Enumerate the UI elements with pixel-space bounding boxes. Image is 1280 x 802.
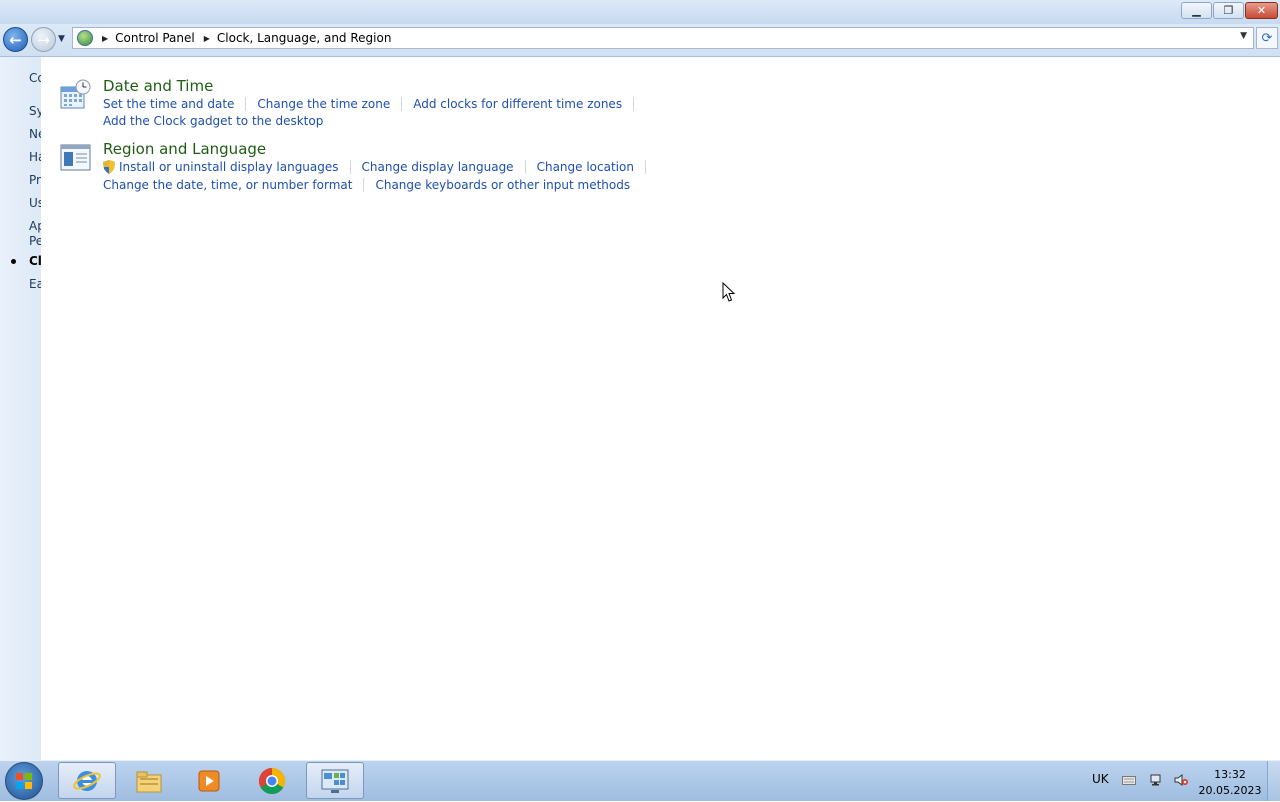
link-separator bbox=[644, 160, 646, 174]
sidebar-item-appearance[interactable]: Ap bbox=[29, 219, 41, 233]
start-button[interactable] bbox=[5, 762, 43, 800]
sidebar-item-control-panel-home[interactable]: Co bbox=[29, 71, 41, 85]
link-change-keyboards[interactable]: Change keyboards or other input methods bbox=[375, 178, 630, 192]
breadcrumb-arrow-icon[interactable]: ▶ bbox=[204, 34, 210, 43]
file-explorer-icon bbox=[136, 771, 162, 792]
control-panel-icon bbox=[321, 769, 349, 793]
forward-button[interactable]: → bbox=[31, 27, 56, 52]
system-tray: UK 13:32 20.05.2023 bbox=[1080, 761, 1280, 801]
address-bar[interactable]: ▶ Control Panel ▶ Clock, Language, and R… bbox=[72, 27, 1254, 49]
taskbar-media-player[interactable] bbox=[180, 762, 238, 799]
taskbar-chrome[interactable] bbox=[243, 762, 301, 799]
link-set-time-date[interactable]: Set the time and date bbox=[103, 97, 234, 111]
sidebar-item-hardware[interactable]: Ha bbox=[29, 150, 41, 164]
sidebar-item-user-accounts[interactable]: Us bbox=[29, 196, 41, 210]
keyboard-language-indicator[interactable]: UK bbox=[1092, 772, 1109, 786]
keyboard-icon[interactable] bbox=[1122, 774, 1136, 786]
close-button[interactable]: ✕ bbox=[1245, 2, 1278, 19]
minimize-button[interactable]: ▁ bbox=[1181, 2, 1212, 19]
clock-time: 13:32 bbox=[1214, 768, 1246, 781]
link-separator bbox=[524, 160, 526, 174]
taskbar-control-panel[interactable] bbox=[306, 762, 364, 799]
uac-shield-icon bbox=[103, 160, 115, 174]
breadcrumb-arrow-icon[interactable]: ▶ bbox=[102, 34, 108, 43]
mouse-cursor-icon bbox=[722, 282, 736, 302]
sidebar-item-clock-language-region[interactable]: Cl bbox=[29, 254, 41, 268]
clock-date: 20.05.2023 bbox=[1198, 784, 1262, 797]
show-desktop-button[interactable] bbox=[1267, 761, 1280, 801]
taskbar-clock[interactable]: 13:32 20.05.2023 bbox=[1198, 767, 1262, 799]
link-separator bbox=[401, 97, 403, 111]
taskbar-file-explorer[interactable] bbox=[120, 762, 178, 799]
taskbar-internet-explorer[interactable] bbox=[58, 762, 116, 799]
taskbar: UK 13:32 20.05.2023 bbox=[0, 760, 1280, 801]
chrome-icon bbox=[258, 767, 286, 794]
region-language-links-row1: Install or uninstall display languages C… bbox=[103, 160, 657, 174]
navigation-bar: ← → ▼ ▶ Control Panel ▶ Clock, Language,… bbox=[0, 24, 1280, 57]
link-change-location[interactable]: Change location bbox=[537, 160, 634, 174]
link-change-display-language[interactable]: Change display language bbox=[362, 160, 514, 174]
control-panel-globe-icon bbox=[77, 30, 93, 46]
link-change-time-zone[interactable]: Change the time zone bbox=[257, 97, 390, 111]
sidebar-item-programs[interactable]: Pr bbox=[29, 173, 41, 187]
address-dropdown-icon[interactable]: ▼ bbox=[1240, 31, 1247, 41]
link-add-clock-gadget[interactable]: Add the Clock gadget to the desktop bbox=[103, 114, 323, 128]
date-time-links-row2: Add the Clock gadget to the desktop bbox=[103, 114, 323, 128]
media-player-icon bbox=[198, 770, 220, 791]
clock-calendar-icon[interactable] bbox=[60, 79, 91, 110]
refresh-button[interactable]: ⟳ bbox=[1256, 27, 1278, 49]
link-separator bbox=[633, 97, 635, 111]
region-language-title[interactable]: Region and Language bbox=[103, 140, 266, 158]
globe-window-icon[interactable] bbox=[60, 142, 91, 173]
region-language-links-row2: Change the date, time, or number format … bbox=[103, 178, 630, 192]
network-icon[interactable] bbox=[1150, 774, 1164, 786]
active-item-bullet-icon bbox=[11, 259, 16, 264]
sidebar-item-ease-of-access[interactable]: Ea bbox=[29, 277, 41, 291]
main-content: Date and Time Set the time and date Chan… bbox=[41, 57, 1280, 760]
link-add-clocks[interactable]: Add clocks for different time zones bbox=[413, 97, 622, 111]
window-titlebar: ▁ ❐ ✕ bbox=[0, 0, 1280, 24]
volume-muted-icon[interactable] bbox=[1174, 774, 1188, 786]
sidebar-item-appearance-line2[interactable]: Pe bbox=[29, 234, 41, 248]
recent-pages-dropdown[interactable]: ▼ bbox=[58, 34, 65, 44]
link-separator bbox=[245, 97, 247, 111]
maximize-button[interactable]: ❐ bbox=[1213, 2, 1244, 19]
link-separator bbox=[349, 160, 351, 174]
breadcrumb-control-panel[interactable]: Control Panel bbox=[115, 31, 195, 45]
sidebar-item-system-security[interactable]: Sy bbox=[29, 104, 41, 118]
internet-explorer-icon bbox=[73, 770, 101, 791]
sidebar-item-network[interactable]: Ne bbox=[29, 127, 41, 141]
back-button[interactable]: ← bbox=[3, 27, 28, 52]
date-time-links-row1: Set the time and date Change the time zo… bbox=[103, 97, 645, 111]
link-change-date-time-format[interactable]: Change the date, time, or number format bbox=[103, 178, 352, 192]
date-time-title[interactable]: Date and Time bbox=[103, 77, 213, 95]
link-separator bbox=[363, 178, 365, 192]
windows-logo-icon bbox=[16, 773, 32, 789]
breadcrumb-clock-language-region[interactable]: Clock, Language, and Region bbox=[217, 31, 392, 45]
link-install-display-languages[interactable]: Install or uninstall display languages bbox=[119, 160, 339, 174]
sidebar: Co Sy Ne Ha Pr Us Ap Pe Cl Ea bbox=[0, 57, 41, 760]
